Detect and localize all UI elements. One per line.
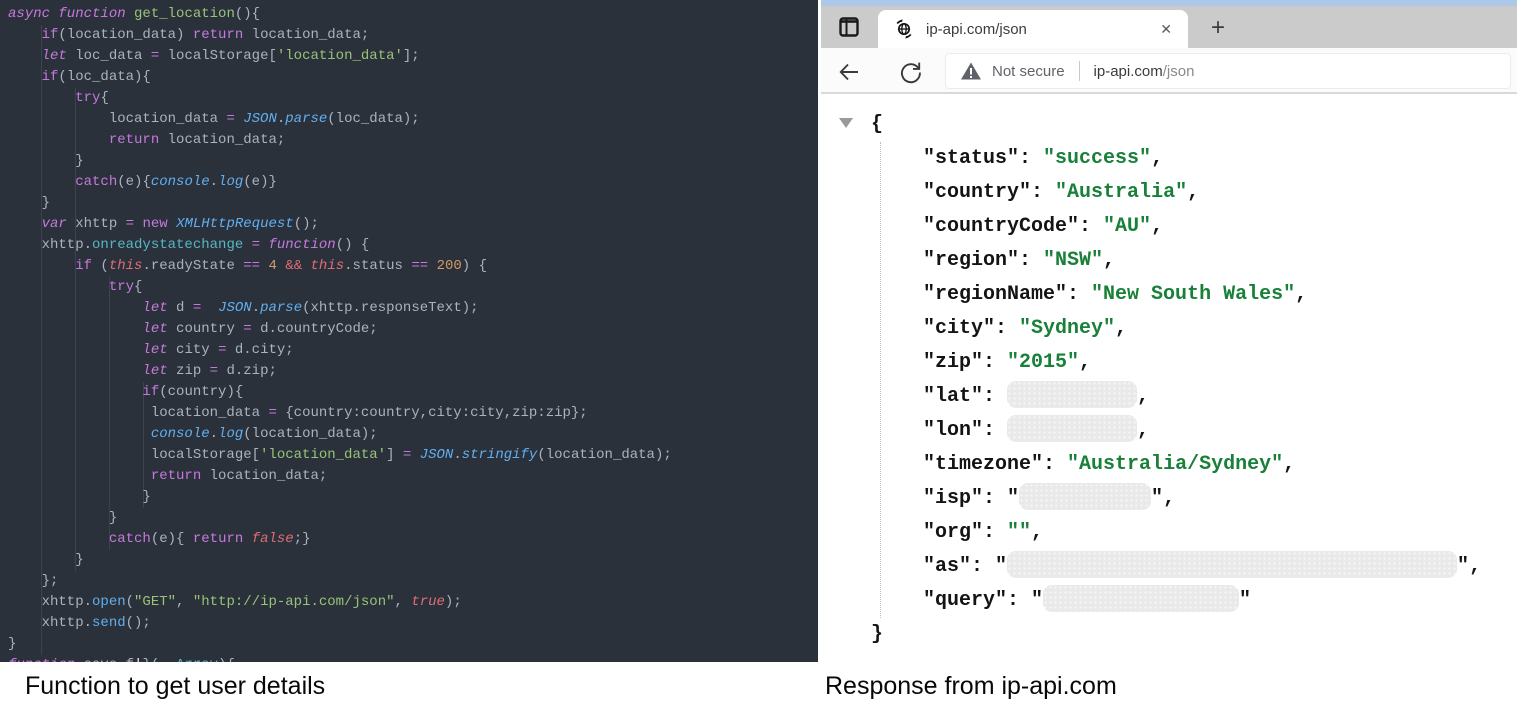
code-line: var xhttp = new XMLHttpRequest(); [8, 214, 818, 235]
code-line: try{ [8, 277, 818, 298]
tab-strip: ip-api.com/json ✕ + [821, 6, 1517, 48]
redacted-value [1007, 415, 1137, 442]
reload-icon [898, 59, 924, 85]
code-line: async function get_location(){ [8, 4, 818, 25]
code-line: if(location_data) return location_data; [8, 25, 818, 46]
code-line: localStorage['location_data'] = JSON.str… [8, 445, 818, 466]
code-line: } [8, 550, 818, 571]
url-path: /json [1163, 63, 1195, 80]
code-line: if(country){ [8, 382, 818, 403]
browser-tab[interactable]: ip-api.com/json ✕ [878, 10, 1188, 48]
json-row: "isp": "", [821, 482, 1517, 516]
indent-guide [143, 382, 144, 508]
json-row: "lat": , [821, 380, 1517, 414]
json-viewer: { "status": "success","country": "Austra… [821, 94, 1517, 662]
json-row: "status": "success", [821, 142, 1517, 176]
browser-toolbar: Not secure ip-api.com /json [821, 48, 1517, 94]
indent-guide [75, 88, 76, 571]
code-line: xhttp.open("GET", "http://ip-api.com/jso… [8, 592, 818, 613]
code-line: } [8, 487, 818, 508]
json-open-brace: { [821, 108, 1517, 142]
tab-actions-button[interactable] [833, 12, 865, 42]
code-line: catch(e){console.log(e)} [8, 172, 818, 193]
code-line: location_data = {country:country,city:ci… [8, 403, 818, 424]
back-button[interactable] [835, 58, 863, 86]
redacted-value [1007, 551, 1457, 578]
caption-right: Response from ip-api.com [825, 672, 1117, 701]
redacted-value [1043, 585, 1239, 612]
code-line: xhttp.onreadystatechange = function() { [8, 235, 818, 256]
redacted-value [1019, 483, 1151, 510]
json-close-brace: } [821, 618, 1517, 652]
code-line: catch(e){ return false;} [8, 529, 818, 550]
url-host: ip-api.com [1094, 63, 1163, 80]
json-row: "city": "Sydney", [821, 312, 1517, 346]
json-row: "zip": "2015", [821, 346, 1517, 380]
indent-guide [41, 25, 42, 655]
reload-button[interactable] [897, 58, 925, 86]
code-line: xhttp.send(); [8, 613, 818, 634]
code-line: return location_data; [8, 130, 818, 151]
json-row: "org": "", [821, 516, 1517, 550]
json-row: "region": "NSW", [821, 244, 1517, 278]
browser-window: ip-api.com/json ✕ + [821, 0, 1517, 662]
code-line: try{ [8, 88, 818, 109]
indent-guide [109, 277, 110, 550]
code-line: }; [8, 571, 818, 592]
code-line: let city = d.city; [8, 340, 818, 361]
code-line: return location_data; [8, 466, 818, 487]
collapse-expander-icon[interactable] [839, 118, 853, 128]
code-line: let zip = d.zip; [8, 361, 818, 382]
code-lines: async function get_location(){ if(locati… [8, 4, 818, 662]
code-line: function save_f|}(..Array){ [8, 655, 818, 662]
code-line: let d = JSON.parse(xhttp.responseText); [8, 298, 818, 319]
json-row: "as": "", [821, 550, 1517, 584]
json-row: "country": "Australia", [821, 176, 1517, 210]
json-row: "lon": , [821, 414, 1517, 448]
code-line: location_data = JSON.parse(loc_data); [8, 109, 818, 130]
address-bar[interactable]: Not secure ip-api.com /json [945, 53, 1511, 89]
caption-bar: Function to get user details Response fr… [0, 662, 1525, 714]
code-editor[interactable]: async function get_location(){ if(locati… [0, 0, 818, 662]
code-line: console.log(location_data); [8, 424, 818, 445]
json-row: "timezone": "Australia/Sydney", [821, 448, 1517, 482]
redacted-value [1007, 381, 1137, 408]
json-row: "query": "" [821, 584, 1517, 618]
code-line: let country = d.countryCode; [8, 319, 818, 340]
code-line: let loc_data = localStorage['location_da… [8, 46, 818, 67]
tab-close-button[interactable]: ✕ [1154, 19, 1178, 40]
code-line: } [8, 193, 818, 214]
screenshot-stage: async function get_location(){ if(locati… [0, 0, 1525, 714]
code-line: } [8, 634, 818, 655]
tab-title: ip-api.com/json [926, 21, 1154, 38]
caption-left: Function to get user details [25, 672, 325, 701]
json-indent-guide [880, 142, 881, 618]
code-line: } [8, 508, 818, 529]
json-row: "countryCode": "AU", [821, 210, 1517, 244]
json-row: "regionName": "New South Wales", [821, 278, 1517, 312]
json-rows: "status": "success","country": "Australi… [821, 142, 1517, 618]
code-line: } [8, 151, 818, 172]
not-secure-label: Not secure [992, 63, 1065, 80]
not-secure-warning-icon [960, 61, 982, 81]
code-line: if(loc_data){ [8, 67, 818, 88]
code-line: if (this.readyState == 4 && this.status … [8, 256, 818, 277]
vertical-tabs-icon [837, 15, 861, 39]
address-divider [1079, 61, 1080, 81]
new-tab-button[interactable]: + [1203, 14, 1233, 44]
site-favicon-icon [894, 19, 914, 39]
back-arrow-icon [836, 59, 862, 85]
